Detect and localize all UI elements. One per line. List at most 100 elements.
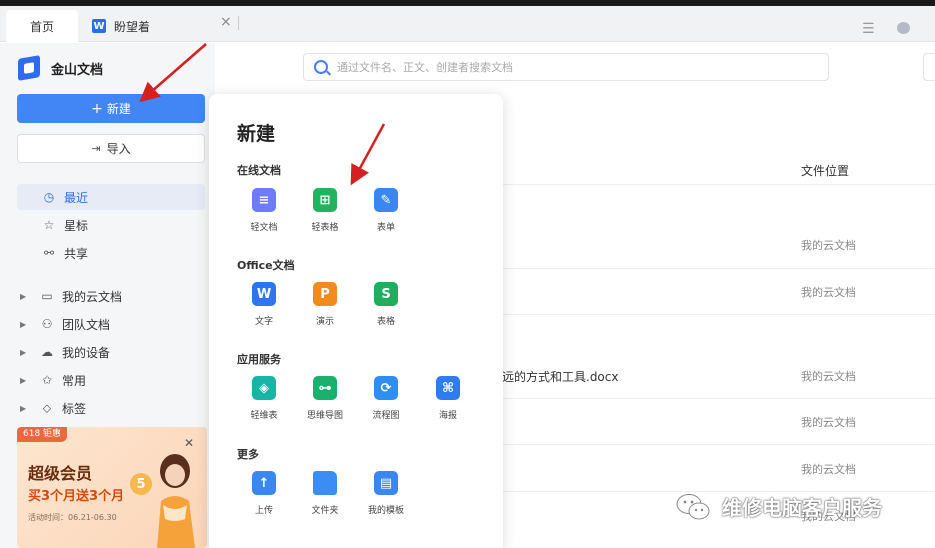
folder-icon xyxy=(313,471,337,495)
upload-icon: ↑ xyxy=(252,471,276,495)
import-button[interactable]: ⇥ 导入 xyxy=(17,134,205,163)
item-label: 我的模板 xyxy=(367,506,404,516)
sidebar-tree-label: 常用 xyxy=(62,373,87,388)
file-location: 我的云文档 xyxy=(801,463,856,476)
new-spreadsheet[interactable]: S 表格 xyxy=(358,282,414,327)
word-doc-icon: W xyxy=(92,19,106,33)
tab-home-label: 首页 xyxy=(29,19,54,34)
sidebar-item-starred[interactable]: ☆ 星标 xyxy=(17,212,205,238)
row-divider xyxy=(502,268,935,269)
promo-close-icon[interactable]: ✕ xyxy=(184,436,194,450)
section-title-more: 更多 xyxy=(237,448,259,461)
tag-icon: ⬦ xyxy=(42,400,52,415)
promo-banner[interactable]: 618 钜惠 ✕ 超级会员 买3个月送3个月 活动时间：06.21-06.30 … xyxy=(17,427,207,548)
item-label: 轻文档 xyxy=(250,223,278,233)
sidebar-tree-frequent[interactable]: ▶ ✩ 常用 xyxy=(20,368,208,392)
item-label: 文件夹 xyxy=(311,506,339,516)
new-folder[interactable]: 文件夹 xyxy=(297,471,353,516)
pin-icon: ✩ xyxy=(41,373,53,387)
item-label: 海报 xyxy=(438,411,457,421)
item-label: 演示 xyxy=(315,317,334,327)
new-button[interactable]: + 新建 xyxy=(17,94,205,123)
watermark-text: 维修电脑客户服务 xyxy=(722,496,882,520)
section-title-online: 在线文档 xyxy=(237,164,281,177)
light-sheet-icon: ⊞ xyxy=(313,188,337,212)
expand-arrow-icon[interactable]: ▶ xyxy=(20,376,32,385)
tab-home[interactable]: 首页 xyxy=(6,10,78,42)
sidebar-tree-label: 我的设备 xyxy=(62,345,111,360)
wechat-icon xyxy=(676,493,710,519)
tab-bar: 首页 W 盼望着 × ☰ xyxy=(0,6,935,42)
clock-icon: ◷ xyxy=(43,190,55,204)
expand-arrow-icon[interactable]: ▶ xyxy=(20,404,32,413)
sidebar-item-label: 共享 xyxy=(64,246,89,261)
kdocs-logo-icon xyxy=(18,55,40,81)
new-form[interactable]: ✎ 表单 xyxy=(358,188,414,233)
file-location: 我的云文档 xyxy=(801,416,856,429)
row-divider xyxy=(502,184,935,185)
sidebar-tree-team[interactable]: ▶ ⚇ 团队文档 xyxy=(20,312,208,336)
promo-subtitle: 买3个月送3个月 xyxy=(28,489,125,504)
item-label: 文字 xyxy=(254,317,273,327)
tab-close-icon[interactable]: × xyxy=(220,14,232,30)
my-templates[interactable]: ▤ 我的模板 xyxy=(358,471,414,516)
app-name: 金山文档 xyxy=(51,62,104,78)
search-bar[interactable] xyxy=(303,53,829,81)
section-title-office: Office文档 xyxy=(237,259,295,272)
sidebar-item-recent[interactable]: ◷ 最近 xyxy=(17,184,205,210)
word-icon: W xyxy=(252,282,276,306)
new-light-table[interactable]: ◈ 轻维表 xyxy=(236,376,292,421)
import-button-label: 导入 xyxy=(106,142,131,156)
plus-icon: + xyxy=(91,100,103,117)
poster-icon: ⌘ xyxy=(436,376,460,400)
expand-arrow-icon[interactable]: ▶ xyxy=(20,348,32,357)
search-input[interactable] xyxy=(337,60,817,74)
expand-arrow-icon[interactable]: ▶ xyxy=(20,292,32,301)
item-label: 轻维表 xyxy=(250,411,278,421)
menu-icon[interactable]: ☰ xyxy=(862,21,875,37)
chat-icon[interactable] xyxy=(897,22,910,34)
promo-date: 活动时间：06.21-06.30 xyxy=(28,513,117,522)
tab-document-label: 盼望着 xyxy=(114,19,151,34)
sidebar-item-label: 星标 xyxy=(64,218,89,233)
new-light-doc[interactable]: ≡ 轻文档 xyxy=(236,188,292,233)
new-mind-map[interactable]: ⊶ 思维导图 xyxy=(297,376,353,421)
header-action-button[interactable] xyxy=(923,53,935,81)
mind-map-icon: ⊶ xyxy=(313,376,337,400)
expand-arrow-icon[interactable]: ▶ xyxy=(20,320,32,329)
watermark: 维修电脑客户服务 xyxy=(676,492,882,521)
new-poster[interactable]: ⌘ 海报 xyxy=(420,376,476,421)
light-table-icon: ◈ xyxy=(252,376,276,400)
promo-title: 超级会员 xyxy=(28,464,93,483)
row-divider xyxy=(502,314,935,315)
item-label: 表格 xyxy=(376,317,395,327)
sidebar-item-shared[interactable]: ⚯ 共享 xyxy=(17,240,205,266)
section-title-apps: 应用服务 xyxy=(237,353,281,366)
sidebar: 金山文档 + 新建 ⇥ 导入 ◷ 最近 ☆ 星标 ⚯ 共享 ▶ ▭ 我的云文档 … xyxy=(0,43,215,548)
item-label: 表单 xyxy=(376,223,395,233)
new-button-label: 新建 xyxy=(106,102,131,116)
form-icon: ✎ xyxy=(374,188,398,212)
promo-tag: 618 钜惠 xyxy=(17,427,68,442)
tab-document[interactable]: W 盼望着 xyxy=(90,10,240,42)
new-light-sheet[interactable]: ⊞ 轻表格 xyxy=(297,188,353,233)
sidebar-tree-devices[interactable]: ▶ ☁ 我的设备 xyxy=(20,340,208,364)
star-icon: ☆ xyxy=(43,218,55,232)
search-icon xyxy=(314,60,328,74)
promo-character-illustration xyxy=(157,454,195,548)
new-flowchart[interactable]: ⟳ 流程图 xyxy=(358,376,414,421)
sidebar-tree-my-cloud[interactable]: ▶ ▭ 我的云文档 xyxy=(20,284,208,308)
item-label: 轻表格 xyxy=(311,223,339,233)
sidebar-tree-tags[interactable]: ▶ ⬦ 标签 xyxy=(20,396,208,420)
upload-button[interactable]: ↑ 上传 xyxy=(236,471,292,516)
cloud-icon: ☁ xyxy=(41,345,53,359)
team-icon: ⚇ xyxy=(41,317,53,331)
row-divider xyxy=(502,398,935,399)
column-header-location: 文件位置 xyxy=(801,164,850,178)
file-name[interactable]: 远的方式和工具.docx xyxy=(502,368,618,385)
import-icon: ⇥ xyxy=(91,142,101,155)
sidebar-tree-label: 团队文档 xyxy=(62,317,111,332)
new-presentation[interactable]: P 演示 xyxy=(297,282,353,327)
new-word-doc[interactable]: W 文字 xyxy=(236,282,292,327)
popup-title: 新建 xyxy=(237,123,276,145)
